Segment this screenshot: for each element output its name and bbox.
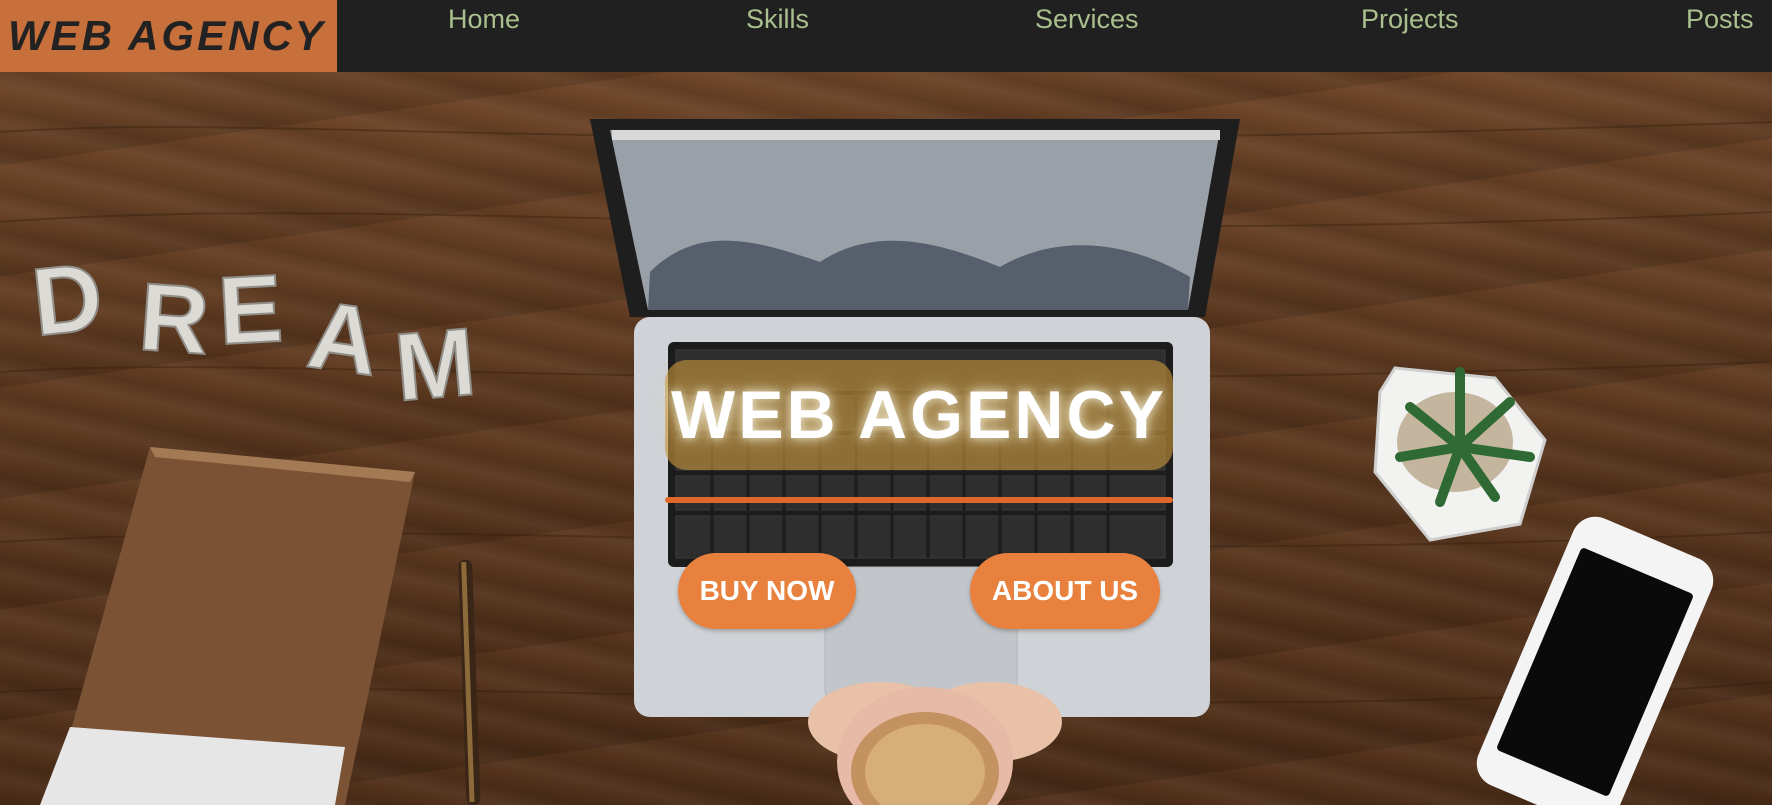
nav-link-home[interactable]: Home (448, 4, 520, 35)
desk-letter-m: M (391, 308, 480, 422)
desk-letter-a: A (302, 281, 386, 397)
nav-link-projects[interactable]: Projects (1361, 4, 1459, 35)
top-nav: WEB AGENCY Home Skills Services Projects… (0, 0, 1772, 72)
nav-link-services[interactable]: Services (1035, 4, 1139, 35)
buy-now-button[interactable]: BUY NOW (678, 553, 856, 629)
coffee-cup (808, 682, 1062, 805)
potted-plant (1373, 366, 1547, 542)
smartphone (1476, 516, 1714, 805)
notebook (40, 447, 415, 805)
desk-letter-r: R (136, 263, 213, 375)
nav-link-posts[interactable]: Posts (1686, 4, 1754, 35)
hero-title-box: WEB AGENCY (665, 360, 1173, 470)
nav-link-skills[interactable]: Skills (746, 4, 809, 35)
hero-section: D R E A M WEB AGENCY BUY NOW ABOUT US (0, 72, 1772, 805)
pen (458, 560, 481, 805)
title-underline (665, 497, 1173, 503)
dream-letters: D R E A M (26, 242, 480, 423)
about-us-button[interactable]: ABOUT US (970, 553, 1160, 629)
brand-logo[interactable]: WEB AGENCY (0, 0, 337, 72)
hero-title: WEB AGENCY (671, 377, 1167, 453)
desk-letter-e: E (216, 255, 286, 365)
desk-letter-d: D (27, 243, 107, 357)
